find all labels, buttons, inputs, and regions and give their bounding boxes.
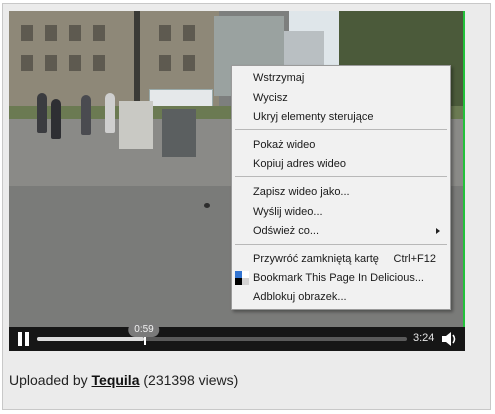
context-menu: Wstrzymaj Wycisz Ukryj elementy sterując…	[231, 65, 451, 310]
menu-item-send-video[interactable]: Wyślij wideo...	[253, 205, 442, 219]
scene-pedestal	[119, 101, 153, 149]
caption-prefix: Uploaded by	[9, 372, 92, 388]
accent-border	[463, 11, 465, 327]
scene-bird	[204, 203, 210, 208]
scene-person	[51, 99, 61, 139]
current-time-label: 0:59	[128, 323, 160, 337]
scene-person	[81, 95, 91, 135]
menu-item-bookmark-delicious[interactable]: Bookmark This Page In Delicious...	[253, 271, 442, 285]
menu-item-restore-closed-tab[interactable]: Przywróć zamkniętą kartę Ctrl+F12	[253, 252, 442, 266]
menu-item-save-video[interactable]: Zapisz wideo jako...	[253, 185, 442, 199]
pause-icon[interactable]	[17, 332, 31, 346]
duration-label: 3:24	[413, 332, 435, 344]
menu-item-mute[interactable]: Wycisz	[253, 91, 442, 105]
upload-caption: Uploaded by Tequila (231398 views)	[9, 372, 238, 388]
seek-bar[interactable]: 0:59	[37, 323, 407, 345]
menu-item-shortcut: Ctrl+F12	[393, 253, 437, 265]
menu-item-refresh-every[interactable]: Odśwież co...	[253, 224, 442, 238]
delicious-icon	[235, 271, 249, 285]
volume-icon[interactable]	[441, 331, 459, 347]
menu-item-copy-video-address[interactable]: Kopiuj adres wideo	[253, 157, 442, 171]
menu-item-pause[interactable]: Wstrzymaj	[253, 71, 442, 85]
menu-item-label: Odśwież co...	[253, 225, 320, 237]
player-controls: 0:59 3:24	[9, 323, 465, 351]
menu-separator	[235, 129, 447, 130]
menu-separator	[235, 244, 447, 245]
uploader-link[interactable]: Tequila	[92, 372, 140, 388]
menu-item-adblock-image[interactable]: Adblokuj obrazek...	[253, 290, 442, 304]
submenu-arrow-icon	[436, 228, 440, 234]
scene-person	[105, 93, 115, 133]
menu-item-show-video[interactable]: Pokaż wideo	[253, 138, 442, 152]
scene-trash-bin	[162, 109, 196, 157]
seek-progress	[37, 337, 144, 341]
view-count: (231398 views)	[139, 372, 239, 388]
menu-separator	[235, 176, 447, 177]
menu-item-hide-controls[interactable]: Ukryj elementy sterujące	[253, 110, 442, 124]
menu-item-label: Przywróć zamkniętą kartę	[253, 253, 379, 265]
scene-person	[37, 93, 47, 133]
